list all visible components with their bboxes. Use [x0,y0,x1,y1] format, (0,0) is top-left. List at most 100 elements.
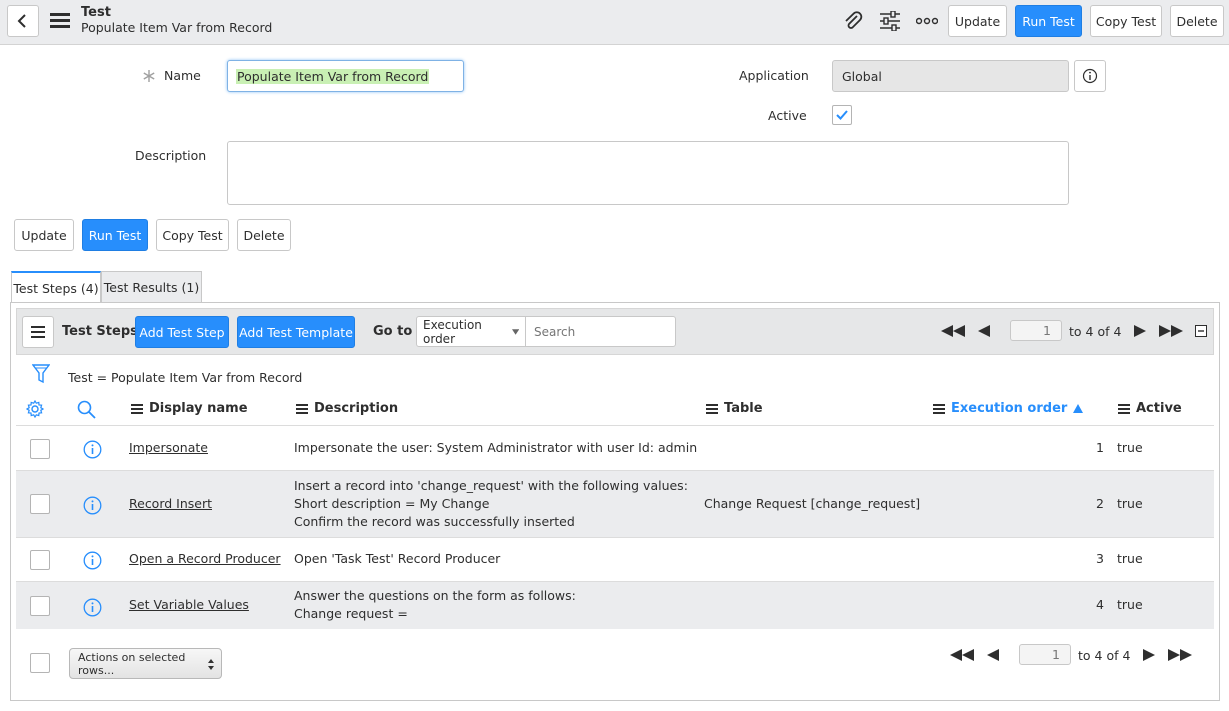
page-subtitle: Populate Item Var from Record [81,20,273,35]
column-menu-icon[interactable] [706,403,718,414]
search-input[interactable] [525,316,676,347]
actions-select[interactable]: Actions on selected rows... [69,648,222,679]
search-icon[interactable] [77,400,96,419]
row-select-checkbox[interactable] [30,494,50,514]
previous-page-icon[interactable] [987,649,999,661]
row-description-line: Change request = [294,606,408,621]
column-header-active[interactable]: Active [1118,401,1182,416]
active-label: Active [768,108,807,123]
name-field-value: Populate Item Var from Record [236,68,430,84]
table-row: Impersonate Impersonate the user: System… [16,425,1214,470]
header-delete-button[interactable]: Delete [1170,5,1224,37]
row-display-name-link[interactable]: Impersonate [129,439,208,457]
form-delete-button[interactable]: Delete [237,219,291,251]
column-menu-icon[interactable] [933,403,945,414]
chevron-left-icon [17,14,26,28]
table-row: Open a Record Producer Open 'Task Test' … [16,537,1214,581]
column-header-table[interactable]: Table [706,401,763,416]
info-icon[interactable] [83,440,102,459]
row-display-name-link[interactable]: Set Variable Values [129,596,249,614]
goto-field-value: Execution order [423,317,482,346]
row-display-name-link[interactable]: Record Insert [129,495,212,513]
row-description-line: Answer the questions on the form as foll… [294,588,576,603]
goto-label: Go to [373,324,413,339]
column-header-execution-order[interactable]: Execution order [933,401,1084,416]
first-page-icon[interactable] [941,325,965,337]
form-header: Test Populate Item Var from Record Updat… [0,0,1229,45]
row-active: true [1117,496,1143,511]
actions-select-label: Actions on selected rows... [78,650,186,677]
info-icon [1082,68,1098,84]
back-button[interactable] [7,5,39,37]
next-page-icon[interactable] [1134,325,1146,337]
row-select-checkbox[interactable] [30,596,50,616]
tab-test-results[interactable]: Test Results (1) [101,271,202,302]
column-menu-icon[interactable] [131,403,143,414]
gear-icon[interactable] [26,400,44,418]
description-field[interactable] [227,141,1069,205]
select-arrows-icon [208,659,214,670]
name-label: Name [164,68,201,83]
form-run-test-button[interactable]: Run Test [82,219,148,251]
settings-sliders-icon[interactable] [879,11,901,31]
page-number-input[interactable]: 1 [1010,320,1062,341]
select-all-checkbox[interactable] [30,653,50,673]
header-update-button[interactable]: Update [948,5,1007,37]
next-page-icon[interactable] [1143,649,1155,661]
first-page-icon[interactable] [950,649,974,661]
list-menu-button[interactable] [22,316,54,348]
column-header-display-name[interactable]: Display name [131,401,248,416]
column-menu-icon[interactable] [1118,403,1130,414]
caret-down-icon [511,328,519,335]
row-execution-order: 3 [1096,551,1104,566]
sort-ascending-icon [1073,404,1084,413]
checkmark-icon [836,110,848,120]
name-field[interactable]: Populate Item Var from Record [227,60,464,92]
application-label: Application [739,68,809,83]
active-checkbox[interactable] [832,105,852,125]
row-description: Open 'Task Test' Record Producer [294,551,501,566]
info-icon[interactable] [83,496,102,515]
header-copy-test-button[interactable]: Copy Test [1090,5,1162,37]
row-active: true [1117,597,1143,612]
row-execution-order: 2 [1096,496,1104,511]
page-range-text: to 4 of 4 [1069,324,1122,339]
form-update-button[interactable]: Update [14,219,74,251]
list-title: Test Steps [62,324,138,339]
application-info-button[interactable] [1074,60,1106,92]
column-header-description[interactable]: Description [296,401,398,416]
paperclip-icon[interactable] [842,10,864,32]
table-row: Record Insert Insert a record into 'chan… [16,470,1214,537]
add-test-template-button[interactable]: Add Test Template [237,316,355,348]
column-menu-icon[interactable] [296,403,308,414]
footer-page-number-input[interactable]: 1 [1019,644,1071,665]
row-select-checkbox[interactable] [30,550,50,570]
row-select-checkbox[interactable] [30,439,50,459]
info-icon[interactable] [83,598,102,617]
filter-icon[interactable] [32,364,50,384]
goto-field-select[interactable]: Execution order [416,316,526,347]
collapse-icon[interactable] [1195,325,1207,337]
row-execution-order: 1 [1096,440,1104,455]
row-display-name-link[interactable]: Open a Record Producer [129,550,281,568]
page-title: Test [81,5,111,20]
row-description-line: Insert a record into 'change_request' wi… [294,478,688,493]
tab-test-steps[interactable]: Test Steps (4) [11,271,101,303]
row-active: true [1117,551,1143,566]
filter-breadcrumb[interactable]: Test = Populate Item Var from Record [68,370,302,385]
info-icon[interactable] [83,551,102,570]
hamburger-icon [31,326,45,338]
add-test-step-button[interactable]: Add Test Step [135,316,229,348]
previous-page-icon[interactable] [978,325,990,337]
footer-page-range-text: to 4 of 4 [1078,648,1131,663]
description-label: Description [135,148,207,163]
row-description-line: Confirm the record was successfully inse… [294,514,575,529]
mandatory-asterisk-icon [143,70,155,82]
last-page-icon[interactable] [1168,649,1192,661]
more-options-icon[interactable] [916,17,938,25]
row-table: Change Request [change_request] [704,496,921,511]
form-copy-test-button[interactable]: Copy Test [156,219,229,251]
last-page-icon[interactable] [1159,325,1183,337]
header-run-test-button[interactable]: Run Test [1015,5,1082,37]
menu-icon[interactable] [50,13,70,29]
